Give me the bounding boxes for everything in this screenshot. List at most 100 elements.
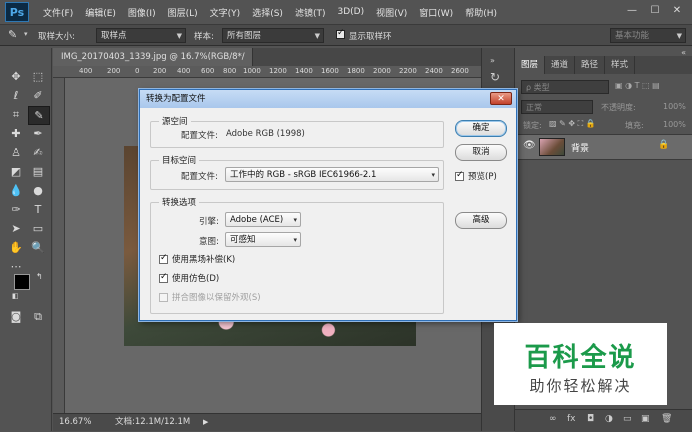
group-icon[interactable]: ▭ bbox=[623, 414, 632, 424]
zoom-level[interactable]: 16.67% bbox=[59, 414, 91, 431]
tab-paths[interactable]: 路径 bbox=[575, 56, 606, 74]
black-point-compensation-checkbox[interactable]: 使用黑场补偿(K) bbox=[159, 253, 235, 265]
hand-tool-icon[interactable]: ✋ bbox=[6, 239, 26, 256]
menu-edit[interactable]: 编辑(E) bbox=[79, 6, 122, 19]
tab-bar-empty bbox=[253, 48, 481, 66]
zoom-tool-icon[interactable]: 🔍 bbox=[28, 239, 48, 256]
cancel-button[interactable]: 取消 bbox=[455, 144, 507, 161]
preview-checkbox[interactable]: 预览(P) bbox=[455, 170, 497, 182]
mask-icon[interactable]: ◘ bbox=[587, 414, 594, 424]
black-point-label: 使用黑场补偿(K) bbox=[172, 255, 236, 265]
ruler-tick: 800 bbox=[223, 67, 237, 75]
foreground-color-swatch[interactable] bbox=[14, 274, 30, 290]
document-tab[interactable]: IMG_20170403_1339.jpg @ 16.7%(RGB/8*/预览)… bbox=[53, 48, 253, 80]
eraser-tool-icon[interactable]: ◩ bbox=[6, 163, 26, 180]
more-tools-icon[interactable]: ⋯ bbox=[6, 258, 26, 275]
intent-value: 可感知 bbox=[230, 235, 256, 245]
default-colors-icon[interactable]: ◧ bbox=[12, 292, 19, 300]
shape-tool-icon[interactable]: ▭ bbox=[28, 220, 48, 237]
menu-file[interactable]: 文件(F) bbox=[37, 6, 79, 19]
ruler-tick: 2000 bbox=[373, 67, 391, 75]
stamp-tool-icon[interactable]: ♙ bbox=[6, 144, 26, 161]
ruler-tick: 600 bbox=[201, 67, 215, 75]
ruler-tick: 2400 bbox=[425, 67, 443, 75]
new-layer-icon[interactable]: ▣ bbox=[641, 414, 650, 424]
sample-value: 所有图层 bbox=[227, 31, 262, 41]
maximize-button[interactable]: ☐ bbox=[648, 4, 662, 18]
chevron-down-icon[interactable]: ▾ bbox=[24, 30, 28, 38]
flatten-label: 拼合图像以保留外观(S) bbox=[172, 293, 261, 303]
engine-select[interactable]: Adobe (ACE) ▾ bbox=[225, 212, 301, 227]
eyedropper-tool-icon[interactable]: ✎ bbox=[28, 106, 50, 125]
menu-3d[interactable]: 3D(D) bbox=[331, 7, 370, 17]
link-layers-icon[interactable]: ∞ bbox=[549, 414, 557, 424]
lock-icons[interactable]: ▨ ✎ ✥ ⛶ 🔒 bbox=[549, 119, 596, 129]
quick-select-tool-icon[interactable]: ✐ bbox=[28, 87, 48, 104]
dodge-tool-icon[interactable]: ● bbox=[28, 182, 48, 199]
target-profile-select[interactable]: 工作中的 RGB - sRGB IEC61966-2.1 ▾ bbox=[225, 167, 439, 182]
opacity-value[interactable]: 100% bbox=[663, 102, 686, 111]
collapse-icon[interactable]: » bbox=[490, 56, 495, 65]
advanced-button[interactable]: 高级 bbox=[455, 212, 507, 229]
close-window-button[interactable]: ✕ bbox=[670, 4, 684, 18]
history-panel-icon[interactable]: ↻ bbox=[490, 70, 500, 84]
marquee-tool-icon[interactable]: ⬚ bbox=[28, 68, 48, 85]
healing-tool-icon[interactable]: ✚ bbox=[6, 125, 26, 142]
show-ring-checkbox[interactable] bbox=[336, 28, 345, 42]
move-tool-icon[interactable]: ✥ bbox=[6, 68, 26, 85]
dither-checkbox[interactable]: 使用仿色(D) bbox=[159, 272, 219, 284]
brush-tool-icon[interactable]: ✒ bbox=[28, 125, 48, 142]
layer-filter-select[interactable]: ρ 类型 bbox=[521, 80, 609, 94]
menu-filter[interactable]: 滤镜(T) bbox=[289, 6, 332, 19]
screen-mode-icon[interactable]: ⧉ bbox=[28, 308, 48, 325]
menu-type[interactable]: 文字(Y) bbox=[204, 6, 247, 19]
type-tool-icon[interactable]: T bbox=[28, 201, 48, 218]
lasso-tool-icon[interactable]: ℓ bbox=[6, 87, 26, 104]
tab-layers[interactable]: 图层 bbox=[515, 56, 546, 74]
options-bar: ✎ ▾ 取样大小: 取样点 ▼ 样本: 所有图层 ▼ 显示取样环 基本功能 ▼ bbox=[0, 24, 692, 46]
menu-layer[interactable]: 图层(L) bbox=[162, 6, 204, 19]
intent-select[interactable]: 可感知 ▾ bbox=[225, 232, 301, 247]
blur-tool-icon[interactable]: 💧 bbox=[6, 182, 26, 199]
filter-icons[interactable]: ▣ ◑ T ⬚ ▤ bbox=[615, 81, 660, 90]
conversion-options-group: 转换选项 引擎: Adobe (ACE) ▾ 意图: 可感知 ▾ 使用黑场补偿(K)… bbox=[150, 196, 444, 314]
menu-select[interactable]: 选择(S) bbox=[246, 6, 289, 19]
tab-channels[interactable]: 通道 bbox=[545, 56, 576, 74]
visibility-eye-icon[interactable]: 👁 bbox=[523, 140, 536, 151]
path-select-tool-icon[interactable]: ➤ bbox=[6, 220, 26, 237]
dialog-close-button[interactable]: ✕ bbox=[490, 92, 512, 105]
sample-select[interactable]: 所有图层 ▼ bbox=[222, 28, 324, 43]
chevron-right-icon[interactable]: ▶ bbox=[203, 414, 208, 431]
workspace-select[interactable]: 基本功能 ▼ bbox=[610, 28, 686, 43]
ok-button[interactable]: 确定 bbox=[455, 120, 507, 137]
adjustment-icon[interactable]: ◑ bbox=[605, 414, 613, 424]
delete-layer-icon[interactable]: 🗑 bbox=[661, 414, 672, 424]
gradient-tool-icon[interactable]: ▤ bbox=[28, 163, 48, 180]
ruler-tick: 1200 bbox=[269, 67, 287, 75]
menu-window[interactable]: 窗口(W) bbox=[413, 6, 459, 19]
eyedropper-icon[interactable]: ✎ bbox=[8, 28, 17, 41]
layer-row-background[interactable]: 👁 背景 🔒 bbox=[515, 134, 692, 160]
pen-tool-icon[interactable]: ✑ bbox=[6, 201, 26, 218]
minimize-button[interactable]: — bbox=[625, 4, 639, 18]
show-ring-label: 显示取样环 bbox=[349, 32, 392, 42]
fx-icon[interactable]: fx bbox=[567, 414, 576, 424]
dialog-title-bar[interactable]: 转换为配置文件 ✕ bbox=[140, 90, 516, 108]
menu-image[interactable]: 图像(I) bbox=[122, 6, 162, 19]
crop-tool-icon[interactable]: ⌗ bbox=[6, 106, 26, 123]
quick-mask-icon[interactable]: ◙ bbox=[6, 308, 26, 325]
swap-colors-icon[interactable]: ↰ bbox=[36, 272, 43, 281]
chevron-down-icon: ▾ bbox=[293, 236, 297, 244]
tab-styles[interactable]: 样式 bbox=[605, 56, 636, 74]
layer-name[interactable]: 背景 bbox=[571, 141, 589, 154]
menu-view[interactable]: 视图(V) bbox=[370, 6, 413, 19]
history-brush-icon[interactable]: ✍ bbox=[28, 144, 48, 161]
source-space-group: 源空间 配置文件: Adobe RGB (1998) bbox=[150, 115, 444, 148]
sample-size-value: 取样点 bbox=[101, 31, 127, 41]
sample-size-select[interactable]: 取样点 ▼ bbox=[96, 28, 186, 43]
blend-mode-select[interactable]: 正常 bbox=[521, 100, 593, 114]
fill-value[interactable]: 100% bbox=[663, 120, 686, 129]
menu-help[interactable]: 帮助(H) bbox=[459, 6, 503, 19]
chevron-down-icon: ▼ bbox=[314, 32, 320, 40]
chevron-down-icon: ▾ bbox=[431, 171, 435, 179]
